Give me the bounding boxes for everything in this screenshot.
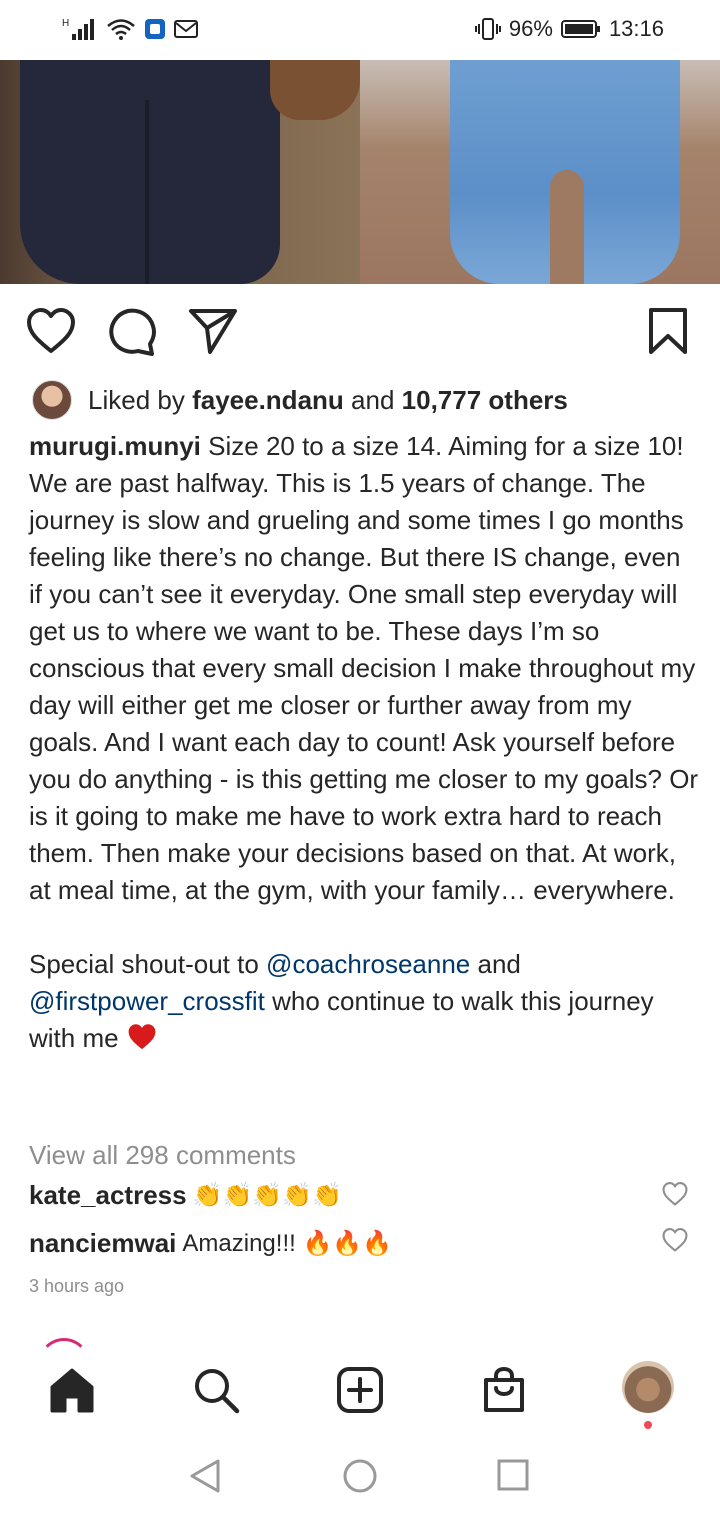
post-caption: murugi.munyi Size 20 to a size 14. Aimin…: [29, 428, 699, 1057]
mail-icon: [174, 20, 198, 38]
notification-dot: [644, 1421, 652, 1429]
battery-percent: 96%: [508, 16, 553, 41]
recents-square-icon[interactable]: [496, 1458, 530, 1492]
back-triangle-icon[interactable]: [188, 1458, 222, 1494]
caption-paragraph-2: Special shout-out to @coachroseanne and …: [29, 946, 699, 1057]
comment-text: 👏👏👏👏👏: [192, 1182, 342, 1209]
liked-by-others-count[interactable]: 10,777 others: [402, 385, 568, 415]
search-icon: [195, 1369, 240, 1414]
save-button[interactable]: [643, 306, 693, 356]
dark-jeans-shape: [20, 60, 280, 284]
view-all-comments-link[interactable]: View all 298 comments: [29, 1140, 296, 1171]
system-navigation-bar: [0, 1430, 720, 1520]
post-image[interactable]: [0, 60, 720, 284]
caption-shoutout-and: and: [477, 949, 521, 979]
likes-summary[interactable]: Liked by fayee.ndanu and 10,777 others: [32, 380, 568, 420]
heart-outline-icon: [27, 308, 75, 353]
mention-firstpower-crossfit[interactable]: @firstpower_crossfit: [29, 986, 265, 1016]
status-bar: H 96% 13:16: [0, 0, 720, 60]
comment-username[interactable]: nanciemwai: [29, 1228, 176, 1259]
caption-paragraph-1: murugi.munyi Size 20 to a size 14. Aimin…: [29, 428, 699, 909]
comment-bubble-icon: [109, 308, 156, 356]
caption-author[interactable]: murugi.munyi: [29, 431, 201, 461]
comment-item: kate_actress 👏👏👏👏👏: [29, 1180, 342, 1211]
bottom-navigation: [0, 1350, 720, 1430]
comment-username[interactable]: kate_actress: [29, 1180, 187, 1211]
shield-app-icon: [145, 19, 165, 39]
light-jeans-shape: [450, 60, 680, 284]
red-heart-emoji-icon: [128, 1024, 156, 1050]
home-icon: [50, 1368, 94, 1413]
liker-avatar[interactable]: [32, 380, 72, 420]
liked-by-and: and: [351, 384, 395, 415]
comment-text: Amazing!!! 🔥🔥🔥: [182, 1230, 393, 1257]
comment-button[interactable]: [107, 306, 157, 356]
status-right: 96% 13:16: [474, 16, 664, 42]
liked-by-username[interactable]: fayee.ndanu: [192, 385, 344, 415]
nav-home[interactable]: [46, 1364, 98, 1416]
shopping-bag-icon: [484, 1366, 524, 1412]
post-timestamp: 3 hours ago: [29, 1276, 125, 1296]
caption-body: Size 20 to a size 14. Aiming for a size …: [29, 431, 699, 905]
hand-shape: [270, 60, 360, 120]
comment-like-heart-icon[interactable]: [662, 1181, 688, 1207]
status-left-icons: H: [62, 16, 198, 42]
signal-icon: H: [62, 18, 94, 40]
plus-square-icon: [337, 1367, 383, 1413]
nav-search[interactable]: [190, 1364, 242, 1416]
wifi-icon: [107, 19, 135, 40]
post-image-before: [0, 60, 360, 284]
clock: 13:16: [608, 16, 664, 41]
post-image-after: [360, 60, 720, 284]
caption-shoutout-prefix: Special shout-out to: [29, 949, 259, 979]
comment-item: nanciemwai Amazing!!! 🔥🔥🔥: [29, 1228, 392, 1259]
likes-text[interactable]: Liked by fayee.ndanu and 10,777 others: [88, 385, 568, 416]
battery-icon: [560, 20, 600, 38]
liked-by-prefix: Liked by: [88, 384, 185, 415]
home-circle-icon[interactable]: [342, 1458, 378, 1494]
mention-coachroseanne[interactable]: @coachroseanne: [266, 949, 470, 979]
nav-profile-avatar[interactable]: [622, 1361, 674, 1413]
post-action-row: [0, 300, 720, 360]
bookmark-icon: [649, 308, 687, 354]
share-button[interactable]: [188, 306, 238, 356]
svg-text:H: H: [62, 18, 69, 29]
paper-plane-icon: [189, 309, 237, 354]
vibrate-icon: [474, 18, 501, 40]
nav-new-post[interactable]: [334, 1364, 386, 1416]
like-button[interactable]: [26, 306, 76, 356]
comment-like-heart-icon[interactable]: [662, 1227, 688, 1253]
nav-shop[interactable]: [478, 1364, 530, 1416]
